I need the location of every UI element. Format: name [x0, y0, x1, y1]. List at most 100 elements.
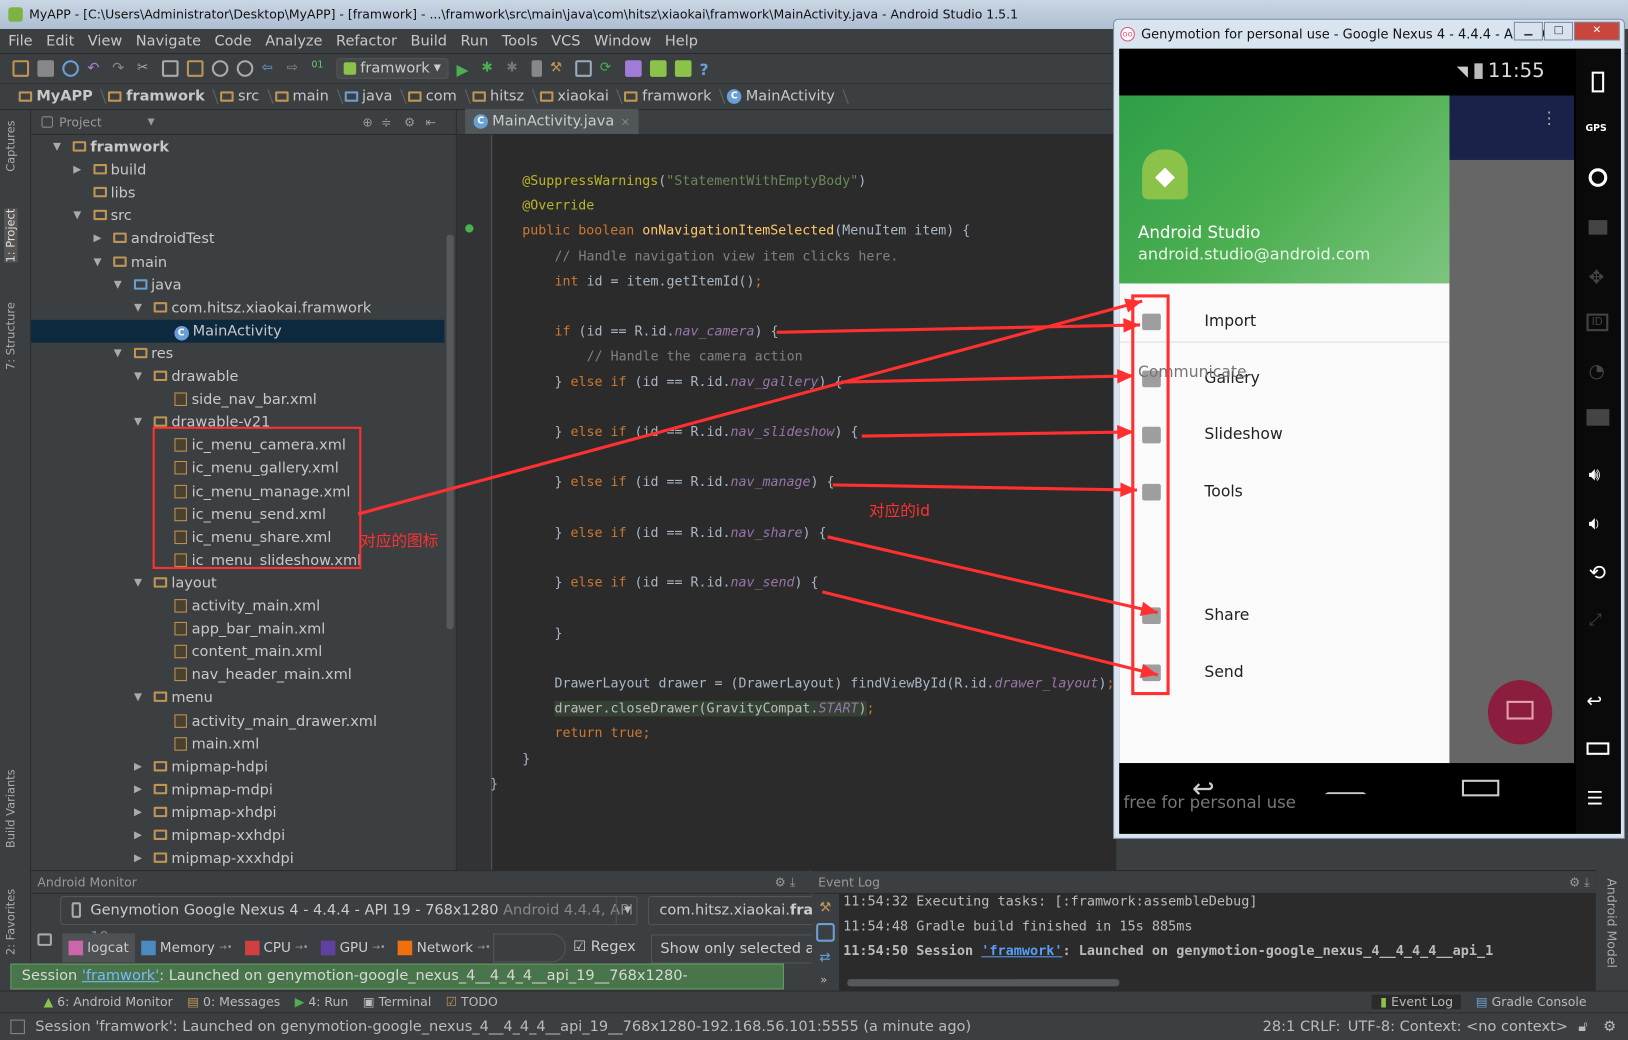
gear-icon[interactable]: ⚙ ⤓ — [1569, 871, 1590, 894]
code-line[interactable]: // Handle navigation view item clicks he… — [554, 247, 898, 268]
tree-item[interactable]: ic_menu_gallery.xml — [31, 457, 444, 480]
pin-icon[interactable]: →• — [372, 943, 385, 953]
drawer-item-share[interactable]: Share — [1119, 597, 1449, 634]
chevron-right-icon[interactable]: ▶ — [73, 159, 81, 182]
context-indicator[interactable]: Context: <no context> — [1400, 1013, 1568, 1040]
back-widget-icon[interactable]: ↩ — [1587, 690, 1603, 712]
mark-all-read-icon[interactable] — [816, 923, 835, 942]
device-dropdown[interactable]: Genymotion Google Nexus 4 - 4.4.4 - API … — [60, 896, 638, 946]
redo-icon[interactable]: ↷ — [112, 60, 129, 77]
rotate-icon[interactable]: ⟲ — [1589, 560, 1606, 585]
chevron-down-icon[interactable]: ▼ — [53, 136, 61, 159]
menu-widget-icon[interactable]: ☰ — [1587, 788, 1604, 810]
tool-messages[interactable]: ▤ 0: Messages — [187, 995, 280, 1010]
code-line[interactable]: } else if (id == R.id.nav_gallery) { — [554, 372, 842, 393]
code-line[interactable]: @SuppressWarnings("StatementWithEmptyBod… — [522, 171, 866, 192]
code-line[interactable]: } else if (id == R.id.nav_slideshow) { — [554, 423, 858, 444]
tree-item[interactable]: side_nav_bar.xml — [31, 388, 444, 411]
find-icon[interactable] — [211, 60, 229, 77]
tree-item[interactable]: ▶ build — [31, 159, 444, 182]
pixel-perfect-icon[interactable]: ⤢ — [1589, 609, 1602, 630]
logcat-filter-dropdown[interactable]: Show only selected a — [651, 934, 818, 964]
drawer-scrim[interactable] — [1449, 159, 1575, 764]
tab-android-model[interactable]: Android Model — [1604, 878, 1619, 968]
menu-window[interactable]: Window — [594, 33, 651, 50]
menu-view[interactable]: View — [88, 33, 123, 50]
project-structure-icon[interactable] — [574, 60, 592, 77]
android-device-monitor-icon[interactable] — [674, 60, 692, 77]
tree-item[interactable]: ▼ drawable-v21 — [31, 411, 444, 434]
tree-item[interactable]: ▼ res — [31, 343, 444, 366]
tree-item[interactable]: ▼ drawable — [31, 365, 444, 388]
breadcrumb-item[interactable]: java — [344, 88, 404, 105]
chevron-down-icon[interactable]: ▼ — [615, 896, 639, 926]
menu-code[interactable]: Code — [215, 33, 252, 50]
chevron-down-icon[interactable]: ▼ — [134, 365, 142, 388]
chevron-down-icon[interactable]: ▼ — [114, 343, 122, 366]
code-line[interactable]: } else if (id == R.id.nav_send) { — [554, 573, 818, 594]
menu-vcs[interactable]: VCS — [551, 33, 580, 50]
tab-structure[interactable]: 7: Structure — [4, 302, 17, 370]
chevron-right-icon[interactable]: ▶ — [134, 801, 142, 824]
tree-item[interactable]: activity_main.xml — [31, 595, 444, 618]
menu-navigate[interactable]: Navigate — [136, 33, 201, 50]
device-icon[interactable] — [531, 60, 542, 77]
lock-icon[interactable]: 🔓︎ — [1578, 1013, 1587, 1040]
monitor-tab-cpu[interactable]: CPU →• — [239, 933, 315, 962]
chevron-down-icon[interactable]: ▼ — [134, 687, 142, 710]
tree-item[interactable]: ▼ layout — [31, 572, 444, 595]
drawer-item-tools[interactable]: Tools — [1119, 473, 1449, 510]
tab-project[interactable]: 1: Project — [4, 208, 18, 263]
chevron-right-icon[interactable]: ▶ — [134, 824, 142, 847]
id-widget-icon[interactable]: ID — [1586, 313, 1608, 332]
menu-file[interactable]: File — [8, 33, 32, 50]
breadcrumb-item[interactable]: framwork — [108, 88, 216, 105]
menu-help[interactable]: Help — [665, 33, 698, 50]
tab-build-variants[interactable]: Build Variants — [4, 769, 17, 848]
tool-todo[interactable]: ☑ TODO — [446, 995, 498, 1010]
code-line[interactable]: return true; — [554, 724, 650, 745]
copy-icon[interactable] — [161, 60, 179, 77]
project-scrollbar[interactable] — [446, 234, 454, 630]
monitor-tab-logcat[interactable]: logcat — [62, 933, 136, 963]
overflow-menu-icon[interactable]: ⋮ — [1541, 110, 1558, 127]
code-line[interactable]: public boolean onNavigationItemSelected(… — [522, 222, 970, 243]
menu-build[interactable]: Build — [410, 33, 447, 50]
chevron-down-icon[interactable]: ▼ — [93, 251, 101, 274]
tree-item[interactable]: ▶ mipmap-xxhdpi — [31, 824, 444, 847]
chevron-right-icon[interactable]: ▶ — [93, 228, 101, 251]
tab-favorites[interactable]: 2: Favorites — [4, 889, 17, 955]
tool-run[interactable]: ▶ 4: Run — [295, 995, 349, 1010]
scroll-from-source-icon[interactable]: ⊕ — [362, 115, 372, 130]
tree-item[interactable]: app_bar_main.xml — [31, 618, 444, 641]
sdk-manager-icon[interactable] — [649, 60, 667, 77]
network-widget-icon[interactable]: ◔ — [1589, 360, 1605, 382]
monitor-tab-network[interactable]: Network →• — [392, 933, 497, 962]
chevron-down-icon[interactable]: ▼ — [134, 572, 142, 595]
tool-event-log[interactable]: ▮ Event Log — [1371, 994, 1462, 1010]
save-icon[interactable] — [37, 60, 54, 77]
tool-windows-toggle-icon[interactable] — [10, 1019, 25, 1035]
emulator-screen[interactable]: ◥ 11:55 Android Studio android.studio@an… — [1119, 48, 1621, 834]
code-line[interactable]: drawer.closeDrawer(GravityCompat.START); — [554, 699, 874, 720]
gear-icon[interactable]: ⚙ — [404, 115, 415, 130]
tool-terminal[interactable]: ▣ Terminal — [363, 995, 431, 1010]
chevron-down-icon[interactable]: ▼ — [134, 297, 142, 320]
menu-run[interactable]: Run — [460, 33, 488, 50]
event-log-scrollbar[interactable] — [847, 979, 1120, 987]
recents-button-icon[interactable] — [1461, 779, 1500, 797]
pin-icon[interactable]: →• — [219, 943, 232, 953]
tree-item[interactable]: ▼ framwork — [31, 136, 444, 159]
menu-tools[interactable]: Tools — [502, 33, 538, 50]
drawer-item-send[interactable]: Send — [1119, 654, 1449, 691]
wrap-icon[interactable]: ⇄ — [819, 950, 830, 966]
hide-panel-icon[interactable]: ⇤ — [426, 115, 436, 130]
tab-captures[interactable]: Captures — [4, 120, 17, 171]
minimize-button[interactable]: ▁ — [1513, 21, 1543, 41]
sync-icon[interactable] — [62, 60, 79, 77]
maximize-button[interactable]: □ — [1543, 21, 1574, 41]
tree-item[interactable]: ▼ main — [31, 251, 444, 274]
make-project-icon[interactable]: 01 — [311, 60, 328, 77]
chevron-down-icon[interactable]: ▼ — [134, 411, 142, 434]
close-icon[interactable]: × — [620, 115, 630, 128]
